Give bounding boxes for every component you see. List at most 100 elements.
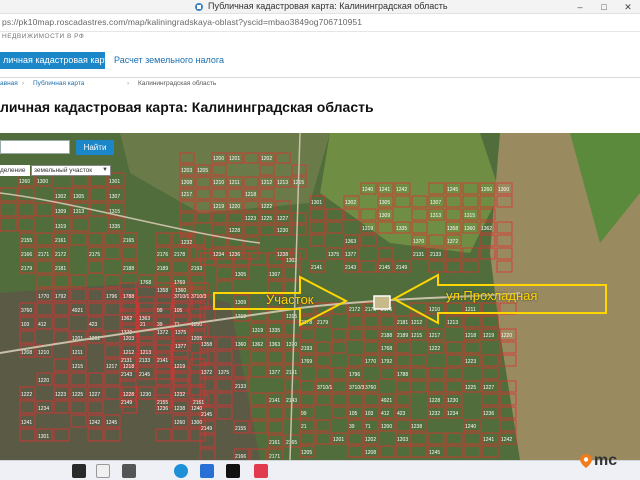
parcel-number-label: 1241 xyxy=(21,420,32,426)
parcel-number-label: 1203 xyxy=(397,437,408,443)
parcel-number-label: 1203 xyxy=(123,336,134,342)
search-button[interactable]: Найти xyxy=(76,140,114,155)
parcel-number-label: 1360 xyxy=(175,288,186,294)
cadastral-search-input[interactable] xyxy=(0,140,70,154)
parcel-number-label: 1358 xyxy=(157,288,168,294)
task-view-icon[interactable] xyxy=(122,464,136,478)
parcel-number-label: 1301 xyxy=(109,179,120,185)
parcel-number-label: 2172 xyxy=(55,252,66,258)
parcel-number-label: 1301 xyxy=(311,200,322,206)
parcel-number-label: 2175 xyxy=(89,252,100,258)
parcel-number-label: 1203 xyxy=(181,168,192,174)
window-title: Публичная кадастровая карта: Калининград… xyxy=(208,1,448,11)
parcel-number-label: 2181 xyxy=(397,320,408,326)
object-type-value: земельный участок xyxy=(34,167,93,174)
parcel-number-label: 1215 xyxy=(72,364,83,370)
parcel-number-label: 1315 xyxy=(464,213,475,219)
parcel-number-label: 412 xyxy=(381,411,390,417)
parcel-number-label: 2131 xyxy=(286,370,297,376)
parcel-number-label: 1234 xyxy=(213,252,224,258)
parcel-number-label: 1202 xyxy=(365,437,376,443)
search-icon[interactable] xyxy=(96,464,110,478)
parcel-number-label: 1375 xyxy=(175,330,186,336)
tab-cadastral-map[interactable]: личная кадастровая карта xyxy=(0,52,105,69)
parcel-number-label: 105 xyxy=(174,308,183,314)
parcel-number-label: 1796 xyxy=(106,294,117,300)
parcel-number-label: 2161 xyxy=(269,440,280,446)
parcel-number-label: 2188 xyxy=(381,333,392,339)
parcel-number-label: 1260 xyxy=(481,187,492,193)
parcel-number-label: 1220 xyxy=(38,378,49,384)
edge-icon[interactable] xyxy=(174,464,188,478)
parcel-number-label: 1370 xyxy=(413,239,424,245)
parcel-number-label: 1219 xyxy=(483,333,494,339)
parcel-number-label: 1205 xyxy=(301,450,312,456)
store-icon[interactable] xyxy=(200,464,214,478)
parcel-number-label: 1319 xyxy=(362,226,373,232)
parcel-number-label: 21 xyxy=(140,322,146,328)
parcel-number-label: 1228 xyxy=(123,392,134,398)
parcel-number-label: 2181 xyxy=(55,266,66,272)
parcel-number-label: 1212 xyxy=(123,350,134,356)
dev-icon[interactable] xyxy=(226,464,240,478)
parcel-number-label: 2145 xyxy=(201,412,212,418)
parcel-number-label: 1201 xyxy=(229,156,240,162)
parcel-number-label: 1309 xyxy=(55,209,66,215)
app-icon[interactable] xyxy=(254,464,268,478)
parcel-number-label: 1223 xyxy=(245,216,256,222)
parcel-number-label: 1242 xyxy=(396,187,407,193)
parcel-number-label: 1377 xyxy=(269,370,280,376)
parcel-number-label: 1362 xyxy=(481,226,492,232)
parcel-number-label: 1245 xyxy=(447,187,458,193)
parcel-number-label: 1228 xyxy=(429,398,440,404)
parcel-number-label: 1208 xyxy=(21,350,32,356)
parcel-number-label: 103 xyxy=(21,322,30,328)
parcel-number-label: 1313 xyxy=(73,209,84,215)
parcel-number-label: 3710/1 xyxy=(174,294,190,300)
map-canvas[interactable]: 1200 1201 1202 1203 1205 1208 1210 1211 1212 1213… xyxy=(0,133,640,460)
close-button[interactable]: ✕ xyxy=(618,0,638,14)
maximize-button[interactable]: □ xyxy=(594,0,614,14)
parcel-number-label: 3710/3 xyxy=(349,385,365,391)
parcel-number-label: 3710/1 xyxy=(317,385,333,391)
parcel-number-label: 1241 xyxy=(379,187,390,193)
object-type-select[interactable]: земельный участок ▼ xyxy=(31,165,111,176)
url-text[interactable]: ps://pk10map.roscadastres.com/map/kalini… xyxy=(2,17,362,27)
parcel-number-label: 1372 xyxy=(447,239,458,245)
parcel-number-label: 1769 xyxy=(174,280,185,286)
start-icon[interactable] xyxy=(72,464,86,478)
parcel-number-label: 3760 xyxy=(365,385,376,391)
selected-plot[interactable] xyxy=(373,295,391,310)
parcel-number-label: 1211 xyxy=(229,180,240,186)
parcel-number-label: 1220 xyxy=(229,204,240,210)
parcel-number-label: 1211 xyxy=(72,350,83,356)
minimize-button[interactable]: – xyxy=(570,0,590,14)
parcel-number-label: 1307 xyxy=(109,194,120,200)
parcel-number-label: 1372 xyxy=(157,330,168,336)
parcel-number-label: 1230 xyxy=(277,228,288,234)
parcel-number-label: 1362 xyxy=(121,316,132,322)
parcel-number-label: 1230 xyxy=(447,398,458,404)
parcel-number-label: 99 xyxy=(301,411,307,417)
parcel-number-label: 1222 xyxy=(21,392,32,398)
parcel-number-label: 1240 xyxy=(362,187,373,193)
parcel-number-label: 1372 xyxy=(201,370,212,376)
window-titlebar: Публичная кадастровая карта: Калининград… xyxy=(0,0,640,14)
cadastral-map[interactable]: 1200 1201 1202 1203 1205 1208 1210 1211 1212 1213… xyxy=(0,133,640,460)
parcel-number-label: 1319 xyxy=(55,224,66,230)
parcel-number-label: 1219 xyxy=(174,364,185,370)
tab-land-tax[interactable]: Расчет земельного налога xyxy=(114,52,224,69)
address-bar[interactable]: ps://pk10map.roscadastres.com/map/kalini… xyxy=(0,14,640,32)
breadcrumb-public-map[interactable]: Публичная карта xyxy=(33,80,84,87)
parcel-number-label: 1245 xyxy=(429,450,440,456)
parcel-number-label: 1238 xyxy=(411,424,422,430)
parcel-number-label: 1212 xyxy=(261,180,272,186)
parcel-number-label: 1796 xyxy=(349,372,360,378)
parcel-number-label: 1241 xyxy=(483,437,494,443)
parcel-number-label: 1305 xyxy=(235,272,246,278)
parcel-number-label: 1225 xyxy=(465,385,476,391)
parcel-number-label: 1358 xyxy=(201,342,212,348)
parcel-number-label: 2149 xyxy=(201,426,212,432)
parcel-number-label: 1240 xyxy=(465,424,476,430)
breadcrumb-home[interactable]: авная xyxy=(0,80,18,87)
